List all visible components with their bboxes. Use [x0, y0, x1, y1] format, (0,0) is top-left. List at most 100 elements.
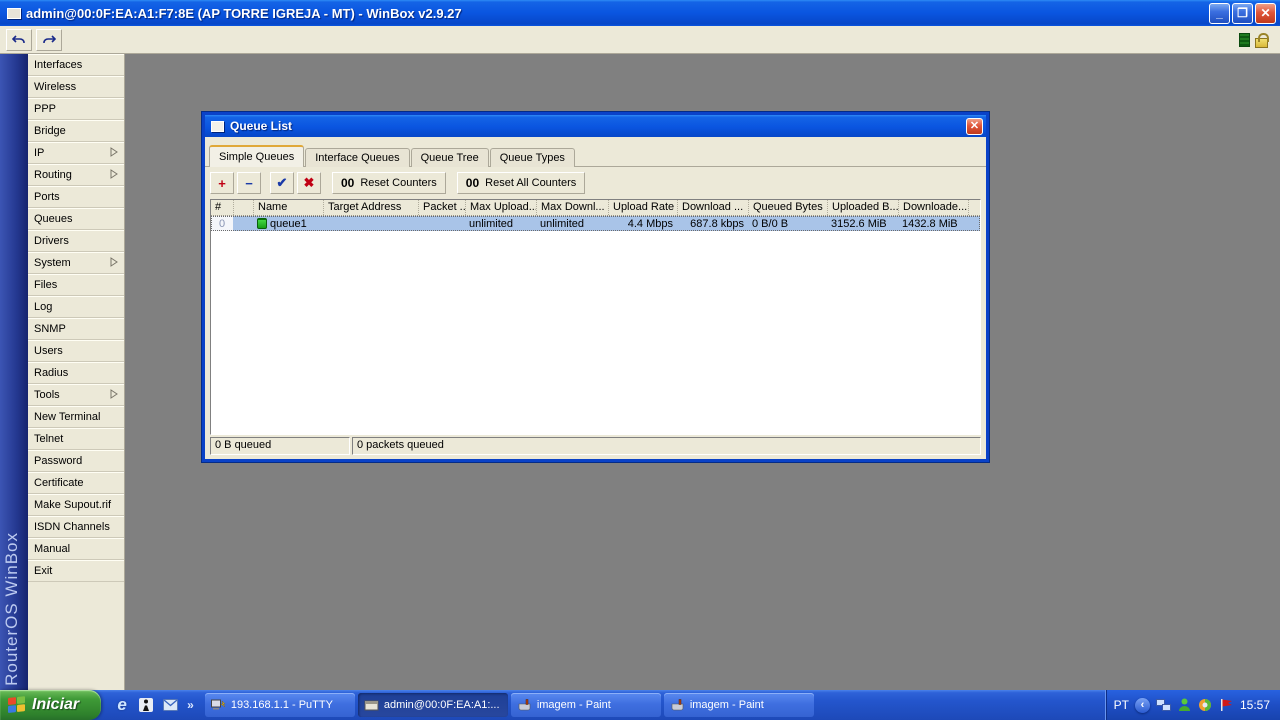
app-titlebar: admin@00:0F:EA:A1:F7:8E (AP TORRE IGREJA…: [0, 0, 1280, 26]
remove-button[interactable]: −: [237, 172, 261, 194]
queue-window-title: Queue List: [230, 119, 293, 133]
col-header-blank[interactable]: [233, 200, 253, 215]
sidebar-item-certificate[interactable]: Certificate: [28, 472, 124, 494]
col-header-max-upload[interactable]: Max Upload...: [465, 200, 536, 215]
taskbar-button-winbox[interactable]: admin@00:0F:EA:A1:...: [357, 693, 508, 717]
queue-window-close-button[interactable]: ✕: [966, 117, 983, 135]
sidebar-item-label: Make Supout.rif: [34, 499, 112, 511]
sidebar-item-tools[interactable]: Tools: [28, 384, 124, 406]
sidebar-item-manual[interactable]: Manual: [28, 538, 124, 560]
sidebar-item-label: IP: [34, 147, 45, 159]
sidebar-item-label: Password: [34, 455, 83, 467]
sidebar-item-new-terminal[interactable]: New Terminal: [28, 406, 124, 428]
sidebar-item-label: Files: [34, 279, 58, 291]
sidebar-item-isdn-channels[interactable]: ISDN Channels: [28, 516, 124, 538]
cell-num: 0: [211, 216, 233, 231]
cell-name-text: queue1: [270, 217, 307, 230]
sidebar-item-label: Certificate: [34, 477, 84, 489]
sidebar-item-interfaces[interactable]: Interfaces: [28, 54, 124, 76]
sidebar-item-ppp[interactable]: PPP: [28, 98, 124, 120]
sidebar-item-radius[interactable]: Radius: [28, 362, 124, 384]
reset-counters-label: Reset Counters: [360, 177, 437, 189]
queue-window-titlebar[interactable]: Queue List ✕: [205, 115, 986, 137]
sidebar-item-make-supout[interactable]: Make Supout.rif: [28, 494, 124, 516]
col-header-target-address[interactable]: Target Address: [323, 200, 418, 215]
sidebar-item-queues[interactable]: Queues: [28, 208, 124, 230]
undo-button[interactable]: [6, 28, 32, 51]
col-header-max-download[interactable]: Max Downl...: [536, 200, 608, 215]
flag-tray-icon[interactable]: [1219, 698, 1234, 713]
queue-icon: [257, 218, 267, 229]
update-tray-icon[interactable]: [1198, 698, 1213, 713]
sidebar-item-label: PPP: [34, 103, 57, 115]
show-desktop-icon[interactable]: [137, 696, 155, 714]
taskbar-button-putty[interactable]: 193.168.1.1 - PuTTY: [204, 693, 355, 717]
add-button[interactable]: +: [210, 172, 234, 194]
sidebar-item-snmp[interactable]: SNMP: [28, 318, 124, 340]
col-header-queued-bytes[interactable]: Queued Bytes: [748, 200, 827, 215]
sidebar-item-password[interactable]: Password: [28, 450, 124, 472]
sidebar-item-label: Telnet: [34, 433, 64, 445]
clock[interactable]: 15:57: [1240, 698, 1270, 712]
cell-blank: [233, 216, 253, 231]
col-header-download-rate[interactable]: Download ...: [677, 200, 748, 215]
col-header-packet[interactable]: Packet ...: [418, 200, 465, 215]
reset-counters-button[interactable]: 00 Reset Counters: [332, 172, 446, 194]
tab-queue-tree[interactable]: Queue Tree: [410, 148, 489, 167]
col-header-num[interactable]: #: [211, 200, 233, 215]
col-header-uploaded-bytes[interactable]: Uploaded B...: [827, 200, 898, 215]
col-header-upload-rate[interactable]: Upload Rate: [608, 200, 677, 215]
tab-interface-queues[interactable]: Interface Queues: [305, 148, 410, 167]
brand-vertical-text: RouterOS WinBox: [2, 532, 21, 686]
outlook-express-icon[interactable]: [161, 696, 179, 714]
table-row[interactable]: 0 queue1 unlimited unlimited 4.4 Mbps 68…: [211, 216, 980, 231]
sidebar-item-routing[interactable]: Routing: [28, 164, 124, 186]
quick-launch-overflow-icon[interactable]: »: [185, 698, 196, 712]
col-header-name[interactable]: Name: [253, 200, 323, 215]
language-indicator[interactable]: PT: [1114, 698, 1129, 712]
cell-max-upload: unlimited: [465, 216, 536, 231]
network-tray-icon[interactable]: [1155, 698, 1171, 713]
messenger-tray-icon[interactable]: [1177, 698, 1192, 713]
restore-button[interactable]: ❐: [1232, 2, 1253, 24]
taskbar-button-label: 193.168.1.1 - PuTTY: [230, 699, 333, 711]
sidebar-item-system[interactable]: System: [28, 252, 124, 274]
close-button[interactable]: ✕: [1255, 2, 1276, 24]
redo-button[interactable]: [36, 28, 62, 51]
hide-icons-chevron[interactable]: ‹: [1134, 697, 1150, 713]
tab-queue-types[interactable]: Queue Types: [489, 148, 575, 167]
submenu-arrow-icon: [110, 388, 118, 402]
tab-simple-queues[interactable]: Simple Queues: [209, 145, 305, 167]
sidebar-item-wireless[interactable]: Wireless: [28, 76, 124, 98]
sidebar-item-label: Tools: [34, 389, 60, 401]
taskbar-button-paint-1[interactable]: imagem - Paint: [510, 693, 661, 717]
taskbar-button-label: imagem - Paint: [536, 699, 611, 711]
minimize-button[interactable]: _: [1209, 2, 1230, 24]
putty-icon: [210, 699, 226, 709]
sidebar-menu: Interfaces Wireless PPP Bridge IP Routin…: [28, 54, 125, 690]
sidebar-item-label: New Terminal: [34, 411, 101, 423]
sidebar-item-telnet[interactable]: Telnet: [28, 428, 124, 450]
disable-button[interactable]: ✖: [297, 172, 321, 194]
enable-button[interactable]: ✔: [270, 172, 294, 194]
queue-toolbar: + − ✔ ✖ 00 Reset Counters 00 Reset All C…: [205, 167, 986, 199]
sidebar-item-label: Queues: [34, 213, 73, 225]
cell-upload-rate: 4.4 Mbps: [608, 216, 677, 231]
reset-all-counters-button[interactable]: 00 Reset All Counters: [456, 172, 586, 194]
sidebar-item-ip[interactable]: IP: [28, 142, 124, 164]
sidebar-item-files[interactable]: Files: [28, 274, 124, 296]
quick-launch: e »: [101, 695, 202, 714]
sidebar-item-bridge[interactable]: Bridge: [28, 120, 124, 142]
sidebar-item-exit[interactable]: Exit: [28, 560, 124, 582]
sidebar-item-log[interactable]: Log: [28, 296, 124, 318]
sidebar-item-users[interactable]: Users: [28, 340, 124, 362]
sidebar-item-drivers[interactable]: Drivers: [28, 230, 124, 252]
sidebar-item-label: Exit: [34, 565, 53, 577]
reset-all-counters-label: Reset All Counters: [485, 177, 577, 189]
windows-logo-icon: [8, 696, 26, 714]
taskbar-button-paint-2[interactable]: imagem - Paint: [663, 693, 814, 717]
col-header-downloaded-bytes[interactable]: Downloade...: [898, 200, 968, 215]
start-button[interactable]: Iniciar: [0, 690, 102, 720]
internet-explorer-icon[interactable]: e: [113, 695, 131, 714]
sidebar-item-ports[interactable]: Ports: [28, 186, 124, 208]
